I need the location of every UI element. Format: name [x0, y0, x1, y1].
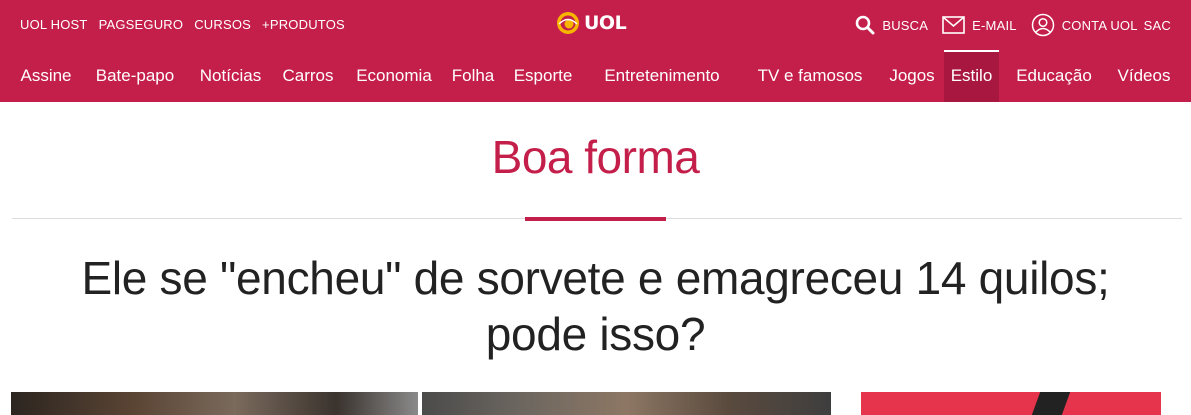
nav-item-videos[interactable]: Vídeos [1111, 50, 1177, 102]
search-label: BUSCA [882, 17, 929, 33]
account-link[interactable]: CONTA UOL [1031, 13, 1138, 37]
uol-logo-icon [557, 12, 579, 34]
utility-links: UOL HOST PAGSEGURO CURSOS +PRODUTOS [20, 17, 345, 32]
section-title[interactable]: Boa forma [0, 130, 1191, 184]
sac-link[interactable]: SAC [1144, 18, 1171, 33]
nav-item-estilo[interactable]: Estilo [944, 50, 999, 102]
main-nav: Assine Bate-papo Notícias Carros Economi… [0, 50, 1191, 102]
email-link[interactable]: E-MAIL [942, 16, 1017, 34]
nav-item-bate-papo[interactable]: Bate-papo [86, 50, 184, 102]
sac-label: SAC [1143, 17, 1171, 33]
article-headline: Ele se "encheu" de sorvete e emagreceu 1… [0, 250, 1191, 362]
user-icon [1031, 13, 1054, 37]
search-button[interactable]: BUSCA [855, 15, 928, 35]
logo-text: UOL [584, 12, 627, 34]
account-label: CONTA UOL [1061, 17, 1138, 33]
link-pagseguro[interactable]: PAGSEGURO [99, 17, 184, 32]
nav-item-tv-e-famosos[interactable]: TV e famosos [751, 50, 869, 102]
nav-item-noticias[interactable]: Notícias [193, 50, 268, 102]
link-uol-host[interactable]: UOL HOST [20, 17, 88, 32]
mail-icon [942, 16, 965, 34]
nav-item-folha[interactable]: Folha [448, 50, 498, 102]
nav-item-esporte[interactable]: Esporte [507, 50, 579, 102]
utility-bar: UOL HOST PAGSEGURO CURSOS +PRODUTOS UOL … [0, 0, 1191, 50]
nav-item-entretenimento[interactable]: Entretenimento [596, 50, 728, 102]
ad-banner-graphic [1031, 392, 1071, 415]
ad-banner[interactable] [861, 392, 1161, 415]
search-icon [856, 15, 875, 35]
article-photo-2[interactable] [422, 392, 831, 415]
utility-right: BUSCA E-MAIL CONTA UOL SAC [841, 13, 1171, 37]
nav-item-jogos[interactable]: Jogos [884, 50, 940, 102]
link-mais-produtos[interactable]: +PRODUTOS [262, 17, 345, 32]
headline-line-1: Ele se "encheu" de sorvete e emagreceu 1… [81, 252, 1110, 304]
uol-logo[interactable]: UOL [556, 11, 627, 35]
email-label: E-MAIL [972, 17, 1017, 33]
article-photo-1[interactable] [11, 392, 418, 415]
link-cursos[interactable]: CURSOS [194, 17, 251, 32]
header-bar: UOL HOST PAGSEGURO CURSOS +PRODUTOS UOL … [0, 0, 1191, 102]
nav-item-assine[interactable]: Assine [12, 50, 80, 102]
section-divider-accent [525, 217, 666, 221]
nav-item-educacao[interactable]: Educação [1008, 50, 1100, 102]
nav-item-carros[interactable]: Carros [276, 50, 340, 102]
headline-line-2: pode isso? [485, 308, 706, 360]
nav-item-economia[interactable]: Economia [350, 50, 438, 102]
